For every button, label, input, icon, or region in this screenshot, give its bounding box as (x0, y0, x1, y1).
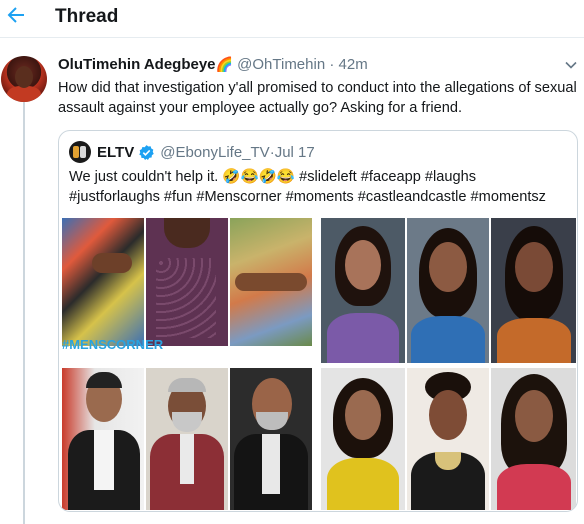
media-image-woman-4 (321, 368, 405, 510)
media-image-woman-5 (407, 368, 489, 510)
author-name[interactable]: OluTimehin Adegbeye (58, 56, 216, 73)
media-image-woman-2 (407, 218, 489, 363)
quoted-handle[interactable]: @EbonyLife_TV (160, 144, 269, 161)
media-image-woman-6 (491, 368, 576, 510)
arrow-left-icon[interactable] (4, 3, 28, 27)
page-title: Thread (55, 6, 119, 27)
quoted-tweet-header: ELTV @EbonyLife_TV · Jul 17 (69, 141, 315, 163)
media-image-shirt-patterned (62, 218, 144, 346)
media-image-man-2 (146, 368, 228, 510)
media-image-man-3 (230, 368, 312, 510)
tweet-text: How did that investigation y'all promise… (58, 80, 577, 116)
media-image-woman-3 (491, 218, 576, 363)
quoted-media[interactable]: #MENSCORNER (62, 218, 576, 510)
thread-connector-line (23, 100, 25, 524)
media-watermark: #MENSCORNER (62, 337, 164, 350)
avatar-face (15, 66, 33, 88)
verified-badge-icon (139, 144, 154, 160)
separator-dot: · (325, 56, 339, 73)
chevron-down-icon[interactable] (564, 58, 578, 72)
tweet-timestamp[interactable]: 42m (339, 56, 368, 73)
quoted-author-name[interactable]: ELTV (97, 144, 134, 161)
thread-header: Thread (0, 0, 584, 38)
quoted-tweet[interactable]: ELTV @EbonyLife_TV · Jul 17 We just coul… (58, 130, 578, 512)
media-image-man-1 (62, 368, 144, 510)
quoted-date[interactable]: Jul 17 (275, 144, 315, 161)
avatar[interactable] (1, 56, 47, 102)
eltv-logo-icon (69, 141, 91, 163)
tweet-author-line: OluTimehin Adegbeye🌈 @OhTimehin · 42m (58, 56, 368, 73)
quoted-tweet-text: We just couldn't help it. 🤣😂🤣😂 #slidelef… (69, 169, 546, 205)
media-image-shirt-floral (230, 218, 312, 346)
rainbow-emoji: 🌈 (215, 56, 233, 72)
media-image-shirt-purple (146, 218, 228, 346)
author-handle[interactable]: @OhTimehin (237, 56, 325, 73)
media-image-woman-1 (321, 218, 405, 363)
avatar-shirt (7, 86, 41, 102)
